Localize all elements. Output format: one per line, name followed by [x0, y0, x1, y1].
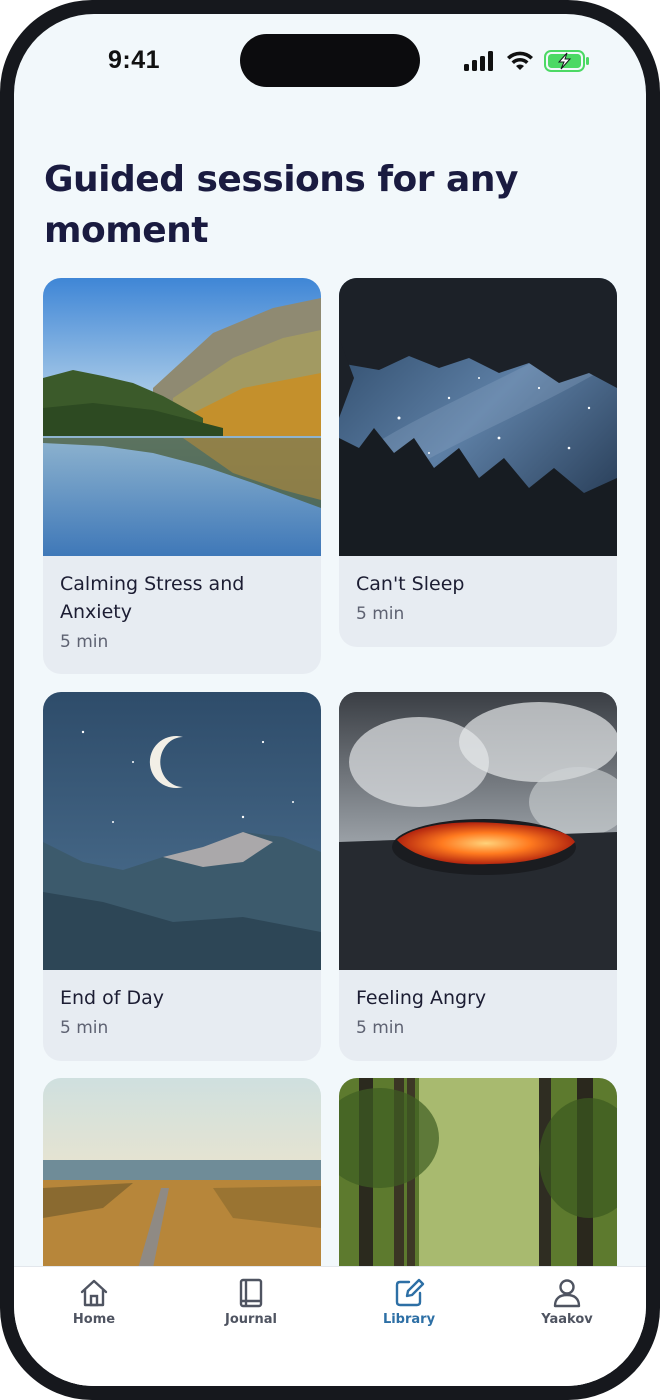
- status-icons: [464, 50, 590, 72]
- user-icon: [553, 1279, 581, 1308]
- tab-library[interactable]: Library: [354, 1277, 464, 1327]
- mountain-lake-image: [43, 278, 321, 556]
- battery-charging-icon: [544, 50, 589, 72]
- session-card-feeling-angry[interactable]: Feeling Angry 5 min: [339, 692, 617, 1061]
- session-title: End of Day: [60, 987, 165, 1009]
- tab-journal-label: Journal: [225, 1312, 277, 1327]
- tab-profile[interactable]: Yaakov: [512, 1277, 622, 1327]
- session-duration: 5 min: [356, 1018, 405, 1038]
- session-title: Calming Stress and Anxiety: [60, 573, 245, 623]
- edit-square-icon: [395, 1278, 425, 1307]
- book-icon: [239, 1278, 263, 1308]
- lava-volcano-image: [339, 692, 617, 970]
- session-duration: 5 min: [60, 632, 109, 652]
- signal-icon: [464, 51, 493, 71]
- phone-frame: 9:41 Guided sessions for any moment Calm…: [0, 0, 660, 1400]
- session-card-end-of-day[interactable]: End of Day 5 min: [43, 692, 321, 1061]
- tab-bar: Home Journal Library Yaakov: [14, 1266, 646, 1386]
- session-card-cant-sleep[interactable]: Can't Sleep 5 min: [339, 278, 617, 647]
- session-card-calming-stress[interactable]: Calming Stress and Anxiety 5 min: [43, 278, 321, 674]
- app-screen: 9:41 Guided sessions for any moment Calm…: [14, 14, 646, 1386]
- tab-journal[interactable]: Journal: [196, 1277, 306, 1327]
- session-title: Feeling Angry: [356, 987, 487, 1009]
- wifi-icon: [507, 51, 533, 70]
- status-time: 9:41: [108, 46, 161, 74]
- session-duration: 5 min: [356, 604, 405, 624]
- session-duration: 5 min: [60, 1018, 109, 1038]
- tab-profile-label: Yaakov: [541, 1312, 593, 1327]
- dynamic-island: [240, 34, 420, 87]
- moon-mountain-image: [43, 692, 321, 970]
- tab-library-label: Library: [382, 1312, 436, 1327]
- session-title: Can't Sleep: [356, 573, 465, 595]
- starry-forest-image: [339, 278, 617, 556]
- tab-home-label: Home: [72, 1312, 116, 1327]
- tab-home[interactable]: Home: [39, 1277, 149, 1327]
- home-icon: [80, 1279, 108, 1307]
- page-title: Guided sessions for any moment: [44, 159, 518, 251]
